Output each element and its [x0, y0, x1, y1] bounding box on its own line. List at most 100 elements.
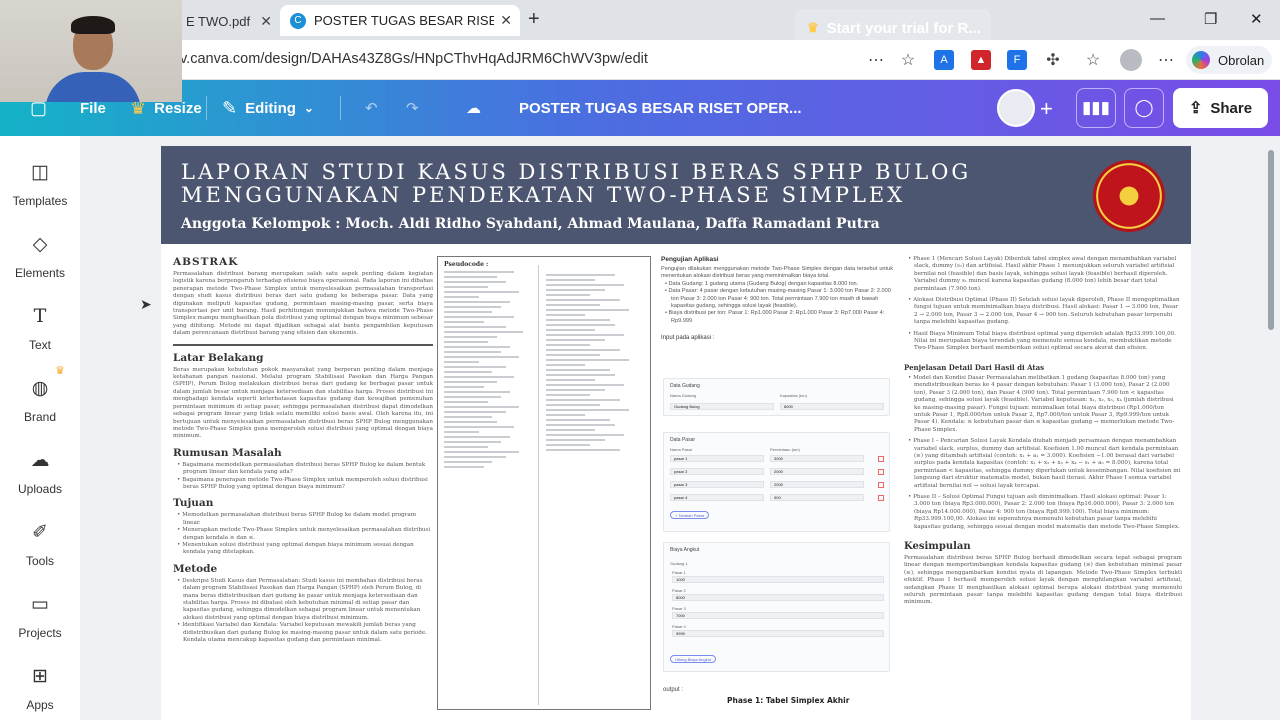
comments-icon[interactable]: ◯	[1124, 88, 1164, 128]
delete-icon	[878, 495, 884, 501]
list-item: Biaya distribusi per ton: Pasar 1: Rp1.0…	[661, 310, 893, 325]
window-close-icon[interactable]: ✕	[1250, 10, 1263, 28]
tab-pdf[interactable]: E TWO.pdf ✕	[180, 6, 280, 36]
sidebar-item-brand[interactable]: ◍ Brand	[0, 376, 80, 436]
tab-label: E TWO.pdf	[186, 13, 251, 29]
divider	[173, 343, 433, 346]
sidebar-item-projects[interactable]: ▭ Projects	[0, 592, 80, 652]
list-item: Phase I – Pencarian Solusi Layak Kendala…	[904, 438, 1182, 490]
sidebar-item-elements[interactable]: ◇ Elements	[0, 232, 80, 292]
add-collaborator-icon[interactable]: +	[1040, 96, 1053, 122]
editing-label: Editing	[245, 99, 296, 117]
more-options-icon[interactable]: ⋯	[866, 50, 886, 70]
university-logo	[1093, 160, 1165, 232]
text-icon: T	[33, 305, 47, 327]
sidebar-item-uploads[interactable]: ☁ Uploads	[0, 448, 80, 508]
chevron-down-icon: ⌄	[303, 101, 314, 115]
cost-label: Pasar 2	[672, 588, 686, 593]
list-item: Hasil Biaya Minimum Total biaya distribu…	[904, 331, 1182, 353]
poster-column-1: ABSTRAK Permasalahan distribusi barang m…	[173, 256, 433, 644]
extension-blue-icon[interactable]: F	[1007, 50, 1027, 70]
extension-red-icon[interactable]: ▲	[971, 50, 991, 70]
share-button[interactable]: ⇪ Share	[1173, 88, 1268, 128]
start-trial-button[interactable]: ♛ Start your trial for R...	[795, 9, 991, 47]
list-item: Identifikasi Variabel dan Kendala: Varia…	[173, 622, 433, 644]
poster-header: LAPORAN STUDI KASUS DISTRIBUSI BERAS SPH…	[161, 146, 1191, 244]
crown-icon: ♛	[55, 365, 65, 377]
restore-icon[interactable]: ❐	[1204, 10, 1217, 28]
sidebar-item-label: Text	[28, 338, 51, 352]
poster-members: Anggota Kelompok : Moch. Aldi Ridho Syah…	[181, 216, 880, 232]
templates-icon: ◫	[31, 161, 49, 183]
redo-icon[interactable]: ↷	[406, 80, 419, 136]
pseudocode-heading: Pseudocode :	[444, 261, 489, 268]
abstract-text: Permasalahan distribusi barang merupakan…	[173, 271, 433, 337]
resize-label: Resize	[154, 99, 202, 117]
section-heading: Penjelasan Detail Dari Hasil di Atas	[904, 362, 1045, 372]
elements-icon: ◇	[32, 233, 48, 255]
translate-extension-icon[interactable]: A	[934, 50, 954, 70]
list-item: Data Pasar: 4 pasar dengan kebutuhan mas…	[661, 288, 893, 310]
list-item: Alokasi Distribusi Optimal (Phase II) Se…	[904, 297, 1182, 327]
conclusion-text: Permasalahan distribusi beras SPHP Bulog…	[904, 555, 1182, 606]
pasar-name-field: pasar 3	[670, 481, 764, 488]
card-title: Biaya Angkut	[670, 547, 700, 553]
card-subtitle: Gudang 1	[670, 561, 688, 566]
delete-icon	[878, 482, 884, 488]
sidebar-item-tools[interactable]: ✐ Tools	[0, 520, 80, 580]
sidebar-item-templates[interactable]: ◫ Templates	[0, 160, 80, 220]
apps-icon: ⊞	[32, 665, 48, 687]
undo-icon[interactable]: ↶	[365, 80, 378, 136]
poster-column-4: Phase 1 (Mencari Solusi Layak) Dibentuk …	[904, 256, 1182, 607]
delete-icon	[878, 456, 884, 462]
extensions-icon[interactable]: ✣	[1043, 50, 1063, 70]
section-heading: ABSTRAK	[173, 256, 239, 268]
cost-field: 9999	[672, 630, 884, 637]
poster-page[interactable]: LAPORAN STUDI KASUS DISTRIBUSI BERAS SPH…	[161, 146, 1191, 720]
file-label: File	[80, 99, 106, 117]
toolbar-divider	[206, 96, 207, 120]
left-sidebar: ◫ Templates ◇ Elements T Text ◍ Brand ☁ …	[0, 136, 80, 720]
webcam-overlay	[0, 0, 182, 102]
profile-avatar[interactable]	[1120, 49, 1142, 71]
pseudocode-lines	[546, 271, 644, 454]
settings-more-icon[interactable]: ⋯	[1156, 50, 1176, 70]
document-title[interactable]: POSTER TUGAS BESAR RISET OPER...	[519, 80, 802, 136]
pasar-demand-field: 2000	[770, 481, 864, 488]
copilot-button[interactable]: Obrolan	[1186, 46, 1272, 74]
testing-text: Pengujian dilakukan menggunakan metode T…	[661, 266, 893, 280]
canva-favicon-icon: C	[290, 12, 306, 29]
app-card-biaya: Biaya Angkut Gudang 1 Pasar 1 1000 Pasar…	[663, 542, 890, 672]
user-avatar[interactable]	[997, 89, 1035, 127]
card-title: Data Gudang	[670, 383, 700, 389]
cost-label: Pasar 1	[672, 570, 686, 575]
projects-icon: ▭	[31, 593, 49, 615]
divider	[538, 265, 539, 705]
list-item: Menerapkan metode Two-Phase Simplex untu…	[173, 527, 433, 542]
sidebar-item-text[interactable]: T Text	[0, 304, 80, 364]
close-icon[interactable]: ✕	[500, 12, 512, 29]
uploads-icon: ☁	[30, 449, 50, 471]
minimize-icon[interactable]: —	[1150, 10, 1165, 27]
list-item: Model dan Kondisi Dasar Permasalahan mel…	[904, 375, 1182, 434]
crown-icon: ♛	[807, 20, 819, 35]
column-header: Kapasitas (ton)	[780, 393, 807, 398]
column-header: Nama Pasar	[670, 447, 693, 452]
favorite-star-icon[interactable]: ☆	[898, 50, 918, 70]
url-field[interactable]: v.canva.com/design/DAHAs43Z8Gs/HNpCThvHq…	[180, 51, 648, 67]
card-title: Data Pasar	[670, 437, 696, 443]
cloud-saved-icon[interactable]: ☁	[466, 80, 481, 136]
pasar-demand-field: 900	[770, 494, 864, 501]
pencil-icon: ✎	[222, 97, 238, 118]
app-card-gudang: Data Gudang Nama Gudang Kapasitas (ton) …	[663, 378, 890, 416]
close-icon[interactable]: ✕	[260, 13, 272, 30]
tab-canva[interactable]: C POSTER TUGAS BESAR RISET OPER ✕	[280, 5, 520, 36]
sidebar-item-label: Templates	[12, 194, 68, 208]
new-tab-icon[interactable]: +	[528, 8, 540, 31]
brand-icon: ◍	[31, 377, 49, 399]
canvas-scrollbar[interactable]	[1268, 150, 1274, 330]
sidebar-item-apps[interactable]: ⊞ Apps	[0, 664, 80, 720]
editing-mode-dropdown[interactable]: ✎ Editing ⌄	[222, 80, 314, 136]
insights-chart-icon[interactable]: ▮▮▮	[1076, 88, 1116, 128]
favorites-icon[interactable]: ☆	[1083, 50, 1103, 70]
